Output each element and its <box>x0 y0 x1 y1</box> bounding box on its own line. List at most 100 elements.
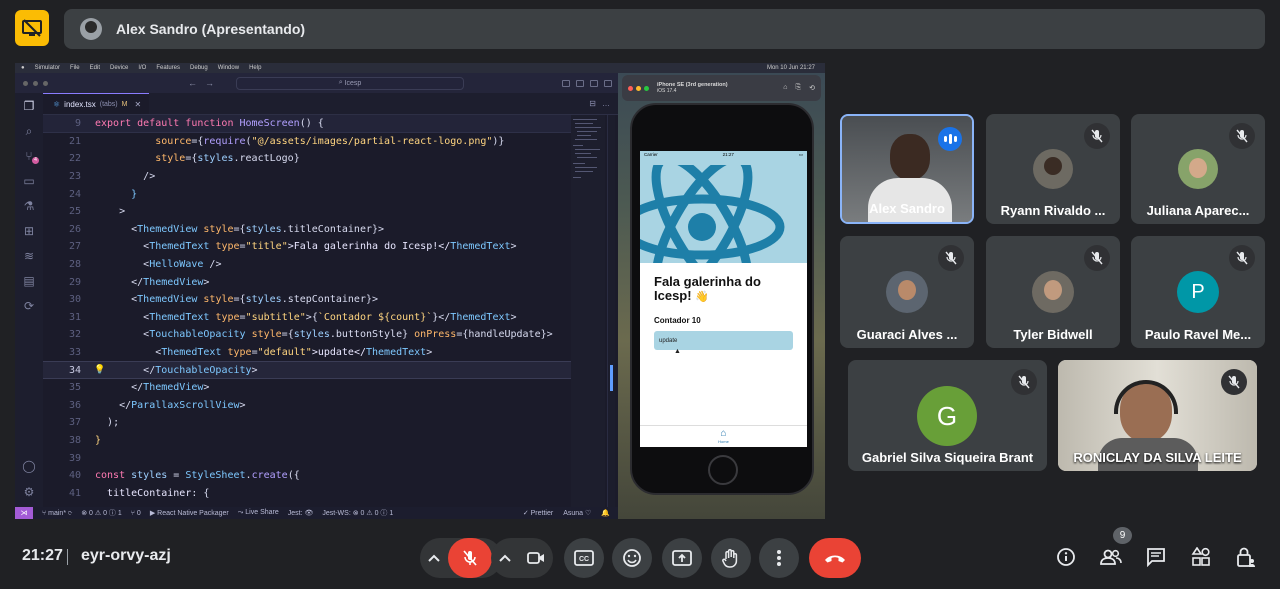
participant-tile[interactable]: Ryann Rivaldo ... <box>986 114 1120 224</box>
simulator-title-bar: iPhone SE (3rd generation) iOS 17.4 ⌂ ⎘ ⟲ <box>622 75 821 101</box>
chat-button[interactable] <box>1144 545 1168 569</box>
status-errors[interactable]: ⊗ 0 ⚠ 0 ⓘ 1 <box>81 508 122 518</box>
mac-menu-item: Edit <box>89 65 100 71</box>
mac-menu-item: File <box>69 65 80 71</box>
ios-simulator: iPhone SE (3rd generation) iOS 17.4 ⌂ ⎘ ⟲ C… <box>618 73 825 519</box>
reactions-button[interactable] <box>612 538 652 578</box>
avatar <box>1033 149 1073 189</box>
present-screen-button[interactable] <box>662 538 702 578</box>
rotate-icon: ⟲ <box>809 85 815 92</box>
mac-menu-item: Window <box>217 65 240 71</box>
mic-off-icon <box>1011 369 1037 395</box>
code-line: 27 <ThemedText type="title">Fala galerin… <box>68 241 517 253</box>
react-logo-icon <box>640 165 785 263</box>
status-packager[interactable]: ▶ React Native Packager <box>150 509 229 517</box>
participant-tile[interactable]: RONICLAY DA SILVA LEITE <box>1058 360 1257 471</box>
app-title: Fala galerinha do Icesp! 👋 <box>654 274 761 304</box>
status-ports[interactable]: ⑂ 0 <box>131 510 141 517</box>
video-options-chevron-icon[interactable] <box>491 554 519 562</box>
home-icon[interactable]: ⌂ <box>720 429 726 439</box>
home-icon: ⌂ <box>783 84 788 91</box>
simulator-toolbar: ⌂ ⎘ ⟲ <box>783 84 815 92</box>
participant-name: RONICLAY DA SILVA LEITE <box>1073 450 1242 465</box>
code-line: 39 <box>68 452 81 464</box>
participant-name: Paulo Ravel Me... <box>1144 327 1252 342</box>
battery-icon: ▭ <box>798 152 803 157</box>
close-icon: ✕ <box>134 99 142 109</box>
simulator-device-title: iPhone SE (3rd generation) iOS 17.4 <box>657 82 728 94</box>
divider <box>67 549 68 565</box>
status-theme[interactable]: Asuna ♡ <box>563 509 591 517</box>
code-line: 23 /> <box>68 171 156 183</box>
status-live-share[interactable]: ⤳ Live Share <box>238 509 279 517</box>
participant-tile[interactable]: P Paulo Ravel Me... <box>1131 236 1265 348</box>
extensions-icon: ⊞ <box>23 224 35 238</box>
code-line: 21 source={require("@/assets/images/part… <box>68 135 505 147</box>
activities-shapes-icon <box>1191 547 1210 566</box>
bell-icon[interactable]: 🔔 <box>601 509 610 517</box>
status-jest-ws[interactable]: Jest-WS: ⊗ 0 ⚠ 0 ⓘ 1 <box>322 508 393 518</box>
editor-tabs: ⚛ index.tsx (tabs) M ✕ ⊟… <box>43 93 618 115</box>
shared-screen: ● Simulator File Edit Device I/O Feature… <box>15 63 825 519</box>
presenter-banner: Alex Sandro (Apresentando) <box>64 9 1265 49</box>
tab-name: index.tsx <box>64 99 96 109</box>
hang-up-icon <box>825 555 845 563</box>
audio-options-chevron-icon[interactable] <box>420 554 448 562</box>
vscode-title-bar: ←→ ⌕ Icesp <box>15 73 618 93</box>
lock-person-icon <box>1237 547 1255 567</box>
mac-menu-item: Help <box>249 65 262 71</box>
lightbulb-icon: 💡 <box>94 365 106 376</box>
host-controls-button[interactable] <box>1234 545 1258 569</box>
tab-hint: (tabs) <box>99 100 118 108</box>
participant-tile[interactable]: Juliana Aparec... <box>1131 114 1265 224</box>
avatar: G <box>917 386 977 446</box>
leave-call-button[interactable] <box>809 538 861 578</box>
participant-name: Ryann Rivaldo ... <box>1000 203 1106 218</box>
camera-toggle-button[interactable] <box>519 538 553 578</box>
meet-window: Alex Sandro (Apresentando) ● Simulator F… <box>0 0 1280 589</box>
captions-button[interactable]: CC <box>564 538 604 578</box>
stop-presenting-icon[interactable] <box>15 10 49 46</box>
participant-tile[interactable]: Alex Sandro <box>840 114 974 224</box>
activities-button[interactable] <box>1189 545 1213 569</box>
editor-scrollbar[interactable] <box>607 115 615 507</box>
more-options-button[interactable] <box>759 538 799 578</box>
minimap <box>571 115 605 507</box>
code-editor: 9 export default function HomeScreen() { … <box>43 115 571 507</box>
tab-index-tsx: ⚛ index.tsx (tabs) M ✕ <box>43 93 150 114</box>
app-screen: Carrier 21:27 ▭ Fala galerinha do Icesp! 👋 <box>640 151 807 447</box>
meeting-details-button[interactable] <box>1054 545 1078 569</box>
participant-tile[interactable]: G Gabriel Silva Siqueira Brant <box>848 360 1047 471</box>
mic-off-icon <box>938 245 964 271</box>
command-search-text: Icesp <box>344 79 362 87</box>
participant-tile[interactable]: Tyler Bidwell <box>986 236 1120 348</box>
avatar <box>886 271 928 313</box>
raise-hand-button[interactable] <box>711 538 751 578</box>
avatar <box>1178 149 1218 189</box>
presenter-avatar <box>80 18 102 40</box>
status-branch[interactable]: ⑂ main* ⟳ <box>42 510 72 517</box>
ios-tab-bar: ⌂ Home <box>640 425 807 447</box>
code-line: 30 <ThemedView style={styles.stepContain… <box>68 294 379 306</box>
code-line: 37 ); <box>68 417 120 429</box>
code-line: 26 <ThemedView style={styles.titleContai… <box>68 223 385 235</box>
activity-bar: ❐ ⌕ ⑂ 4 ▭ ⚗ ⊞ ≋ ▤ ⟳ ◯ ⚙ <box>15 93 43 507</box>
code-line: 24 } <box>68 188 138 200</box>
meeting-time: 21:27 <box>22 547 63 564</box>
nav-arrows-icon: ←→ <box>188 78 222 88</box>
avatar: P <box>1177 271 1219 313</box>
mic-off-icon <box>1084 123 1110 149</box>
status-prettier[interactable]: ✓ Prettier <box>523 509 553 517</box>
people-button[interactable] <box>1099 545 1123 569</box>
remote-icon[interactable]: ⋊ <box>15 507 33 519</box>
chat-icon: ▭ <box>23 174 35 188</box>
apple-icon: ● <box>21 65 25 71</box>
home-button[interactable] <box>708 455 738 485</box>
wave-icon: ≋ <box>23 249 35 263</box>
closed-captions-icon: CC <box>574 550 594 566</box>
mic-toggle-button[interactable] <box>448 538 492 578</box>
participant-name: Juliana Aparec... <box>1146 203 1250 218</box>
participant-tile[interactable]: Guaraci Alves ... <box>840 236 974 348</box>
status-jest[interactable]: Jest: 👁 <box>288 509 314 517</box>
participant-name: Guaraci Alves ... <box>856 327 958 342</box>
